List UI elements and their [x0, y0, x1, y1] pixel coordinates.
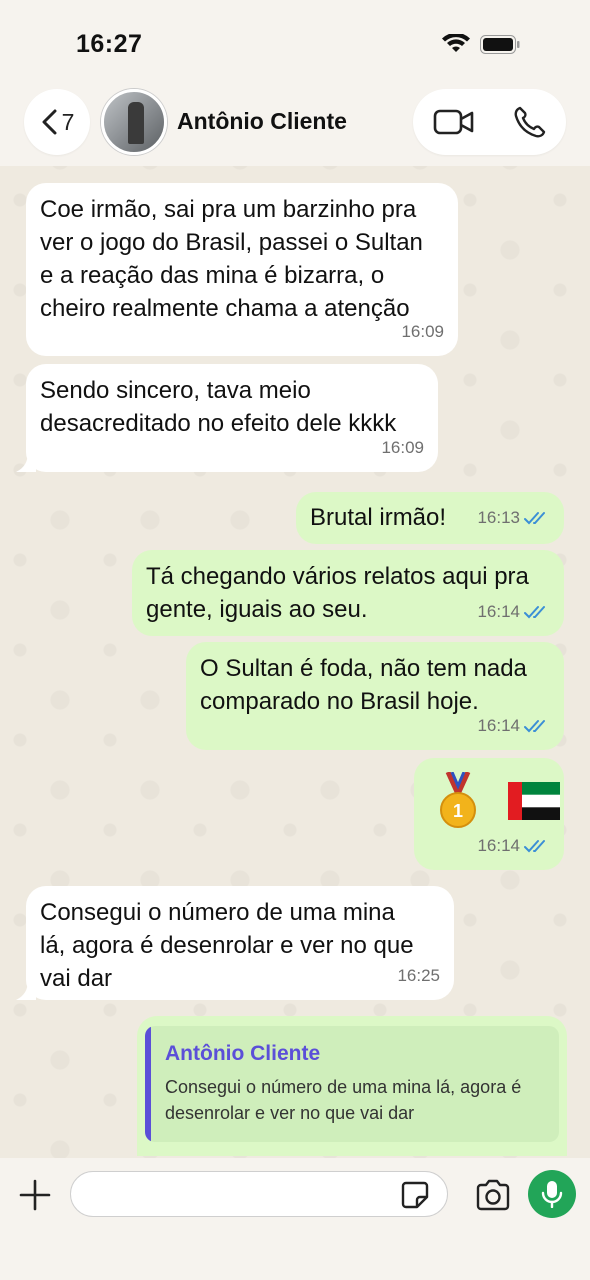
message-meta: 16:09	[401, 315, 444, 348]
message-bubble-incoming[interactable]: Sendo sincero, tava meio desacreditado n…	[26, 364, 438, 472]
emoji-message: 1	[438, 768, 564, 830]
message-input[interactable]	[70, 1171, 448, 1217]
message-time: 16:09	[401, 322, 444, 341]
status-time: 16:27	[76, 30, 143, 58]
message-meta: 16:09	[381, 431, 424, 464]
sticker-icon[interactable]	[400, 1180, 430, 1210]
message-bubble-outgoing[interactable]: Brutal irmão! 16:13	[296, 492, 564, 544]
message-meta: 16:14	[477, 595, 550, 628]
chat-header: 7 Antônio Cliente	[0, 88, 590, 166]
message-meta: 16:14	[477, 829, 550, 862]
read-ticks-icon	[524, 839, 545, 852]
message-text: Consegui o número de uma mina lá, agora …	[40, 899, 414, 992]
message-meta: 16:13	[477, 501, 550, 534]
bubble-tail	[16, 980, 36, 1000]
quoted-text: Consegui o número de uma mina lá, agora …	[165, 1077, 522, 1123]
composer-bar	[0, 1158, 590, 1280]
chevron-left-icon	[42, 109, 57, 135]
bubble-tail	[16, 452, 36, 472]
message-text: Sendo sincero, tava meio desacreditado n…	[40, 377, 397, 437]
uae-flag-icon	[508, 782, 560, 820]
message-meta: 16:14	[477, 709, 550, 742]
gold-medal-icon: 1	[440, 772, 476, 828]
message-meta: 16:25	[397, 959, 440, 992]
status-bar: 16:27	[0, 0, 590, 88]
message-time: 16:14	[477, 836, 520, 855]
reply-message-bubble[interactable]: Antônio Cliente Consegui o número de uma…	[137, 1016, 567, 1156]
message-bubble-incoming[interactable]: Coe irmão, sai pra um barzinho pra ver o…	[26, 183, 458, 356]
message-time: 16:14	[477, 716, 520, 735]
quoted-sender-name: Antônio Cliente	[165, 1042, 321, 1065]
microphone-button[interactable]	[528, 1170, 576, 1218]
wifi-icon	[442, 34, 470, 52]
message-bubble-outgoing[interactable]: Tá chegando vários relatos aqui pra gent…	[132, 550, 564, 636]
read-ticks-icon	[524, 511, 545, 524]
message-time: 16:09	[381, 438, 424, 457]
plus-icon[interactable]	[18, 1178, 52, 1212]
quote-accent-bar	[145, 1026, 151, 1142]
video-call-icon[interactable]	[433, 107, 475, 137]
message-time: 16:25	[397, 966, 440, 985]
quoted-message[interactable]: Antônio Cliente Consegui o número de uma…	[145, 1026, 559, 1142]
message-bubble-incoming[interactable]: Consegui o número de uma mina lá, agora …	[26, 886, 454, 1000]
phone-call-icon[interactable]	[513, 105, 547, 139]
message-bubble-outgoing[interactable]: O Sultan é foda, não tem nada comparado …	[186, 642, 564, 750]
message-text: Coe irmão, sai pra um barzinho pra ver o…	[40, 196, 423, 322]
call-actions	[413, 89, 566, 155]
read-ticks-icon	[524, 605, 545, 618]
back-button[interactable]: 7	[24, 89, 90, 155]
contact-name[interactable]: Antônio Cliente	[177, 108, 347, 135]
unread-count: 7	[61, 108, 75, 135]
read-ticks-icon	[524, 719, 545, 732]
battery-icon	[480, 35, 520, 54]
message-bubble-outgoing[interactable]: 1 16:14	[414, 758, 564, 870]
message-time: 16:13	[477, 508, 520, 527]
microphone-icon	[541, 1181, 563, 1208]
svg-text:1: 1	[453, 801, 463, 821]
message-time: 16:14	[477, 602, 520, 621]
camera-icon[interactable]	[474, 1178, 512, 1212]
contact-avatar[interactable]	[101, 89, 167, 155]
